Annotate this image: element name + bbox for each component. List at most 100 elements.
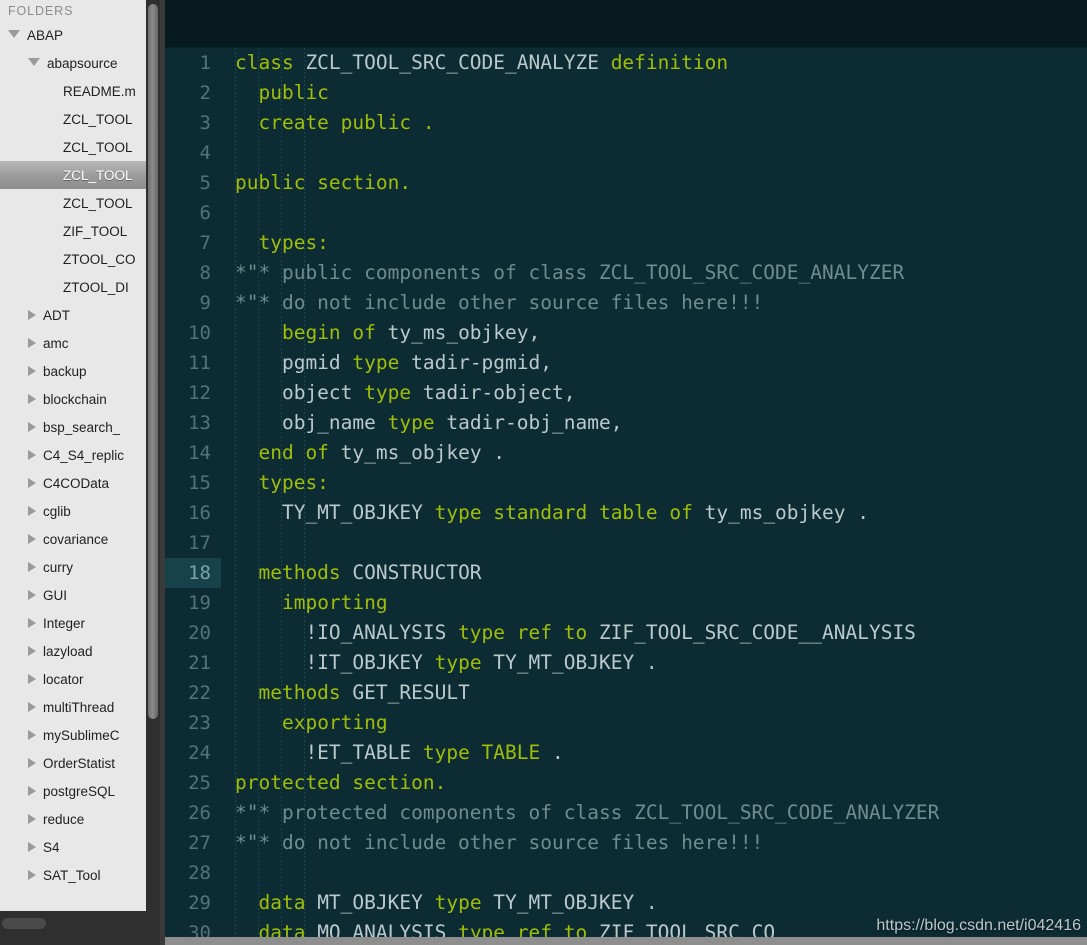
tree-item-gui[interactable]: GUI xyxy=(0,581,146,609)
tree-item-readme-m[interactable]: README.m xyxy=(0,77,146,105)
tree-item-label: SAT_Tool xyxy=(43,867,101,883)
code-line[interactable]: 28 xyxy=(165,858,1087,888)
code-line[interactable]: 10 begin of ty_ms_objkey, xyxy=(165,318,1087,348)
code-line[interactable]: 13 obj_name type tadir-obj_name, xyxy=(165,408,1087,438)
tree-item-adt[interactable]: ADT xyxy=(0,301,146,329)
code-line[interactable]: 14 end of ty_ms_objkey . xyxy=(165,438,1087,468)
tree-item-zif-tool[interactable]: ZIF_TOOL xyxy=(0,217,146,245)
editor-bottom-scrollbar[interactable] xyxy=(165,937,1087,945)
code-line[interactable]: 22 methods GET_RESULT xyxy=(165,678,1087,708)
code-line[interactable]: 20 !IO_ANALYSIS type ref to ZIF_TOOL_SRC… xyxy=(165,618,1087,648)
tree-item-bsp-search-[interactable]: bsp_search_ xyxy=(0,413,146,441)
tree-item-sat-tool[interactable]: SAT_Tool xyxy=(0,861,146,889)
tree-item-mysublimec[interactable]: mySublimeC xyxy=(0,721,146,749)
chevron-right-icon[interactable] xyxy=(28,478,36,488)
tree-item-covariance[interactable]: covariance xyxy=(0,525,146,553)
chevron-right-icon[interactable] xyxy=(28,450,36,460)
chevron-right-icon[interactable] xyxy=(28,422,36,432)
tree-item-zcl-tool[interactable]: ZCL_TOOL xyxy=(0,105,146,133)
tree-item-abapsource[interactable]: abapsource xyxy=(0,49,146,77)
sidebar-vertical-scrollbar-thumb[interactable] xyxy=(148,4,158,719)
code-line[interactable]: 23 exporting xyxy=(165,708,1087,738)
code-line[interactable]: 9 *"* do not include other source files h… xyxy=(165,288,1087,318)
chevron-right-icon[interactable] xyxy=(28,870,36,880)
code-line[interactable]: 27 *"* do not include other source files … xyxy=(165,828,1087,858)
code-line[interactable]: 12 object type tadir-object, xyxy=(165,378,1087,408)
code-token-kw: class xyxy=(235,51,294,74)
tree-item-zcl-tool[interactable]: ZCL_TOOL xyxy=(0,133,146,161)
code-line[interactable]: 5 public section. xyxy=(165,168,1087,198)
chevron-right-icon[interactable] xyxy=(28,310,36,320)
chevron-right-icon[interactable] xyxy=(28,618,36,628)
tree-item-lazyload[interactable]: lazyload xyxy=(0,637,146,665)
tree-item-orderstatist[interactable]: OrderStatist xyxy=(0,749,146,777)
code-line[interactable]: 16 TY_MT_OBJKEY type standard table of t… xyxy=(165,498,1087,528)
code-line[interactable]: 24 !ET_TABLE type TABLE . xyxy=(165,738,1087,768)
chevron-right-icon[interactable] xyxy=(28,730,36,740)
chevron-right-icon[interactable] xyxy=(28,394,36,404)
chevron-right-icon[interactable] xyxy=(28,338,36,348)
chevron-down-icon[interactable] xyxy=(8,30,20,38)
code-line[interactable]: 6 xyxy=(165,198,1087,228)
chevron-right-icon[interactable] xyxy=(28,562,36,572)
tree-item-c4-s4-replic[interactable]: C4_S4_replic xyxy=(0,441,146,469)
code-line[interactable]: 19 importing xyxy=(165,588,1087,618)
code-line[interactable]: 7 types: xyxy=(165,228,1087,258)
chevron-right-icon[interactable] xyxy=(28,814,36,824)
tree-item-abap[interactable]: ABAP xyxy=(0,21,146,49)
chevron-right-icon[interactable] xyxy=(28,646,36,656)
chevron-right-icon[interactable] xyxy=(28,506,36,516)
tree-item-ztool-di[interactable]: ZTOOL_DI xyxy=(0,273,146,301)
chevron-down-icon[interactable] xyxy=(28,58,40,66)
code-line-content: types: xyxy=(221,228,328,258)
tree-item-zcl-tool[interactable]: ZCL_TOOL xyxy=(0,161,146,189)
editor-tab-bar[interactable] xyxy=(165,0,1087,48)
tree-item-ztool-co[interactable]: ZTOOL_CO xyxy=(0,245,146,273)
code-line[interactable]: 18 methods CONSTRUCTOR xyxy=(165,558,1087,588)
chevron-right-icon[interactable] xyxy=(28,674,36,684)
tree-item-label: covariance xyxy=(43,531,109,547)
tree-item-reduce[interactable]: reduce xyxy=(0,805,146,833)
code-line[interactable]: 8 *"* public components of class ZCL_TOOL… xyxy=(165,258,1087,288)
line-number: 29 xyxy=(188,892,211,914)
sidebar-vertical-scrollbar[interactable] xyxy=(146,0,160,911)
chevron-right-icon[interactable] xyxy=(28,534,36,544)
code-line[interactable]: 3 create public . xyxy=(165,108,1087,138)
code-line[interactable]: 17 xyxy=(165,528,1087,558)
sidebar-horizontal-scrollbar-thumb[interactable] xyxy=(2,918,46,929)
tree-item-multithread[interactable]: multiThread xyxy=(0,693,146,721)
code-line[interactable]: 15 types: xyxy=(165,468,1087,498)
tree-item-locator[interactable]: locator xyxy=(0,665,146,693)
code-token-kw: public section. xyxy=(235,171,412,194)
code-line[interactable]: 29 data MT_OBJKEY type TY_MT_OBJKEY . xyxy=(165,888,1087,918)
code-line[interactable]: 26 *"* protected components of class ZCL_… xyxy=(165,798,1087,828)
code-line-content: *"* do not include other source files he… xyxy=(221,828,763,858)
code-line[interactable]: 25 protected section. xyxy=(165,768,1087,798)
chevron-right-icon[interactable] xyxy=(28,366,36,376)
chevron-right-icon[interactable] xyxy=(28,842,36,852)
tree-item-amc[interactable]: amc xyxy=(0,329,146,357)
tree-item-s4[interactable]: S4 xyxy=(0,833,146,861)
chevron-right-icon[interactable] xyxy=(28,590,36,600)
tree-item-cglib[interactable]: cglib xyxy=(0,497,146,525)
tree-item-integer[interactable]: Integer xyxy=(0,609,146,637)
code-view[interactable]: 1 class ZCL_TOOL_SRC_CODE_ANALYZE definit… xyxy=(165,48,1087,945)
chevron-right-icon[interactable] xyxy=(28,758,36,768)
chevron-right-icon[interactable] xyxy=(28,702,36,712)
tree-item-curry[interactable]: curry xyxy=(0,553,146,581)
tree-item-blockchain[interactable]: blockchain xyxy=(0,385,146,413)
tree-item-c4codata[interactable]: C4COData xyxy=(0,469,146,497)
code-line-content: !IT_OBJKEY type TY_MT_OBJKEY . xyxy=(221,648,657,678)
code-line[interactable]: 21 !IT_OBJKEY type TY_MT_OBJKEY . xyxy=(165,648,1087,678)
tree-item-zcl-tool[interactable]: ZCL_TOOL xyxy=(0,189,146,217)
code-line[interactable]: 1 class ZCL_TOOL_SRC_CODE_ANALYZE definit… xyxy=(165,48,1087,78)
chevron-right-icon[interactable] xyxy=(28,786,36,796)
code-line[interactable]: 4 xyxy=(165,138,1087,168)
tree-item-backup[interactable]: backup xyxy=(0,357,146,385)
code-line[interactable]: 11 pgmid type tadir-pgmid, xyxy=(165,348,1087,378)
code-line[interactable]: 2 public xyxy=(165,78,1087,108)
tree-item-label: C4_S4_replic xyxy=(43,447,125,463)
sidebar-horizontal-scrollbar[interactable] xyxy=(0,911,160,945)
tree-item-postgresql[interactable]: postgreSQL xyxy=(0,777,146,805)
line-number: 18 xyxy=(165,558,221,588)
